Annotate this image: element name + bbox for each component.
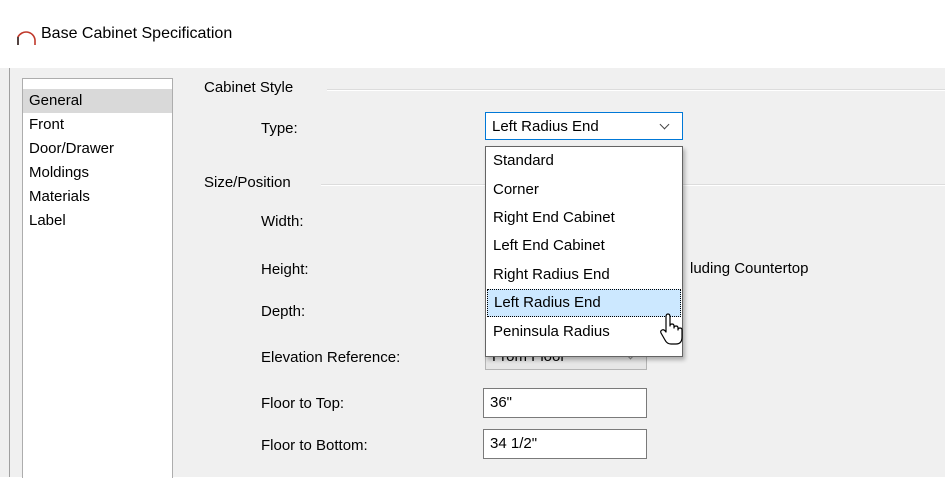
cabinet-style-group-line (327, 89, 945, 91)
height-label: Height: (261, 261, 309, 278)
elevation-reference-label: Elevation Reference: (261, 349, 401, 366)
type-option-right-end-cabinet[interactable]: Right End Cabinet (487, 204, 681, 232)
floor-to-top-value: 36" (490, 394, 513, 411)
nav-item-door-drawer[interactable]: Door/Drawer (23, 137, 172, 161)
depth-label: Depth: (261, 303, 306, 320)
nav-item-moldings[interactable]: Moldings (23, 161, 172, 185)
type-label: Type: (261, 120, 298, 137)
title-bar: Base Cabinet Specification (0, 0, 945, 68)
cabinet-arc-icon (17, 31, 36, 45)
floor-to-bottom-value: 34 1/2" (490, 435, 538, 452)
chevron-down-icon (659, 119, 670, 130)
window-title: Base Cabinet Specification (41, 25, 233, 42)
type-option-peninsula-radius[interactable]: Peninsula Radius (487, 318, 681, 346)
nav-item-label[interactable]: Label (23, 209, 172, 233)
floor-to-top-label: Floor to Top: (261, 395, 345, 412)
type-option-left-radius-end[interactable]: Left Radius End (487, 289, 681, 317)
nav-item-general[interactable]: General (23, 89, 172, 113)
nav-item-materials[interactable]: Materials (23, 185, 172, 209)
floor-to-top-input[interactable]: 36" (483, 388, 647, 418)
type-option-standard[interactable]: Standard (487, 147, 681, 175)
nav-item-front[interactable]: Front (23, 113, 172, 137)
width-label: Width: (261, 213, 304, 230)
type-dropdown-list[interactable]: Standard Corner Right End Cabinet Left E… (485, 146, 683, 357)
floor-to-bottom-input[interactable]: 34 1/2" (483, 429, 647, 459)
hand-cursor-icon (660, 313, 683, 345)
category-list[interactable]: General Front Door/Drawer Moldings Mater… (22, 78, 173, 478)
type-select-value: Left Radius End (492, 118, 599, 135)
type-option-left-end-cabinet[interactable]: Left End Cabinet (487, 232, 681, 260)
left-border (9, 68, 10, 477)
type-option-right-radius-end[interactable]: Right Radius End (487, 261, 681, 289)
cabinet-style-group-label: Cabinet Style (204, 79, 300, 96)
floor-to-bottom-label: Floor to Bottom: (261, 437, 368, 454)
height-countertop-option-text: luding Countertop (690, 260, 809, 277)
size-position-group-label: Size/Position (204, 174, 297, 191)
type-select[interactable]: Left Radius End (485, 112, 683, 140)
type-option-corner[interactable]: Corner (487, 176, 681, 204)
dialog-body: General Front Door/Drawer Moldings Mater… (0, 68, 945, 478)
